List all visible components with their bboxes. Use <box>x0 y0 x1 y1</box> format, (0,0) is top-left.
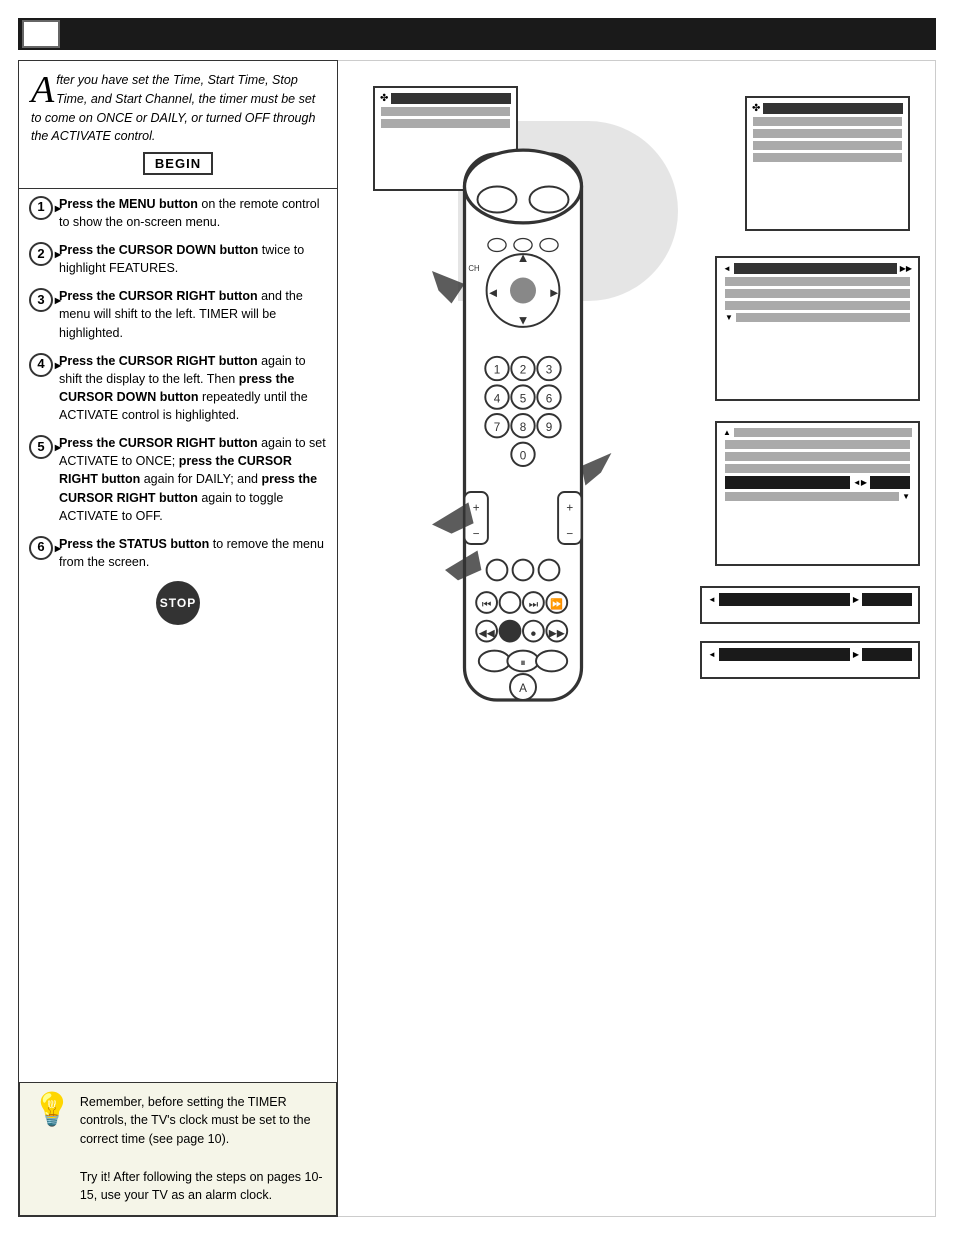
svg-text:4: 4 <box>494 392 501 405</box>
step-3-text: Press the CURSOR RIGHT button and the me… <box>59 287 327 341</box>
stop-badge: STOP <box>29 581 327 625</box>
step-6: 6 Press the STATUS button to remove the … <box>29 535 327 571</box>
svg-text:+: + <box>473 502 480 515</box>
main-content: A fter you have set the Time, Start Time… <box>18 60 936 1217</box>
svg-text:8: 8 <box>520 421 527 434</box>
screen-3: ◄ ▶▶ ▼ <box>715 256 920 401</box>
right-column: ✤ ✤ ◄ ▶▶ <box>338 60 936 1217</box>
svg-text:CH: CH <box>468 264 479 273</box>
step-2-text: Press the CURSOR DOWN button twice to hi… <box>59 241 327 277</box>
svg-text:−: − <box>566 528 573 541</box>
header-box <box>22 20 60 48</box>
tip-box: 💡 Remember, before setting the TIMER con… <box>19 1082 337 1217</box>
svg-text:▶▶: ▶▶ <box>549 628 565 639</box>
left-column: A fter you have set the Time, Start Time… <box>18 60 338 1217</box>
svg-text:3: 3 <box>546 364 553 377</box>
svg-text:2: 2 <box>520 364 527 377</box>
svg-text:►: ► <box>548 285 561 300</box>
svg-text:●: ● <box>530 628 536 639</box>
step-1: 1 Press the MENU button on the remote co… <box>29 195 327 231</box>
tip-text: Remember, before setting the TIMER contr… <box>80 1093 324 1206</box>
svg-text:⏭: ⏭ <box>529 600 538 611</box>
step-5-num: 5 <box>29 435 53 459</box>
screen-6: ◄ ▶ <box>700 641 920 679</box>
screen-5: ◄ ▶ <box>700 586 920 624</box>
steps-area: 1 Press the MENU button on the remote co… <box>19 189 337 641</box>
step-2-num: 2 <box>29 242 53 266</box>
step-6-text: Press the STATUS button to remove the me… <box>59 535 327 571</box>
step-6-num: 6 <box>29 536 53 560</box>
svg-text:−: − <box>473 528 480 541</box>
intro-text: fter you have set the Time, Start Time, … <box>31 73 315 143</box>
screen-2: ✤ <box>745 96 910 231</box>
svg-text:⏮: ⏮ <box>482 600 491 611</box>
svg-text:6: 6 <box>546 392 553 405</box>
step-3: 3 Press the CURSOR RIGHT button and the … <box>29 287 327 341</box>
stop-circle: STOP <box>156 581 200 625</box>
intro-box: A fter you have set the Time, Start Time… <box>19 61 337 189</box>
step-2: 2 Press the CURSOR DOWN button twice to … <box>29 241 327 277</box>
step-4-text: Press the CURSOR RIGHT button again to s… <box>59 352 327 425</box>
drop-cap: A <box>31 74 54 106</box>
svg-text:9: 9 <box>546 421 553 434</box>
step-5-text: Press the CURSOR RIGHT button again to s… <box>59 434 327 525</box>
svg-text:5: 5 <box>520 392 527 405</box>
step-1-text: Press the MENU button on the remote cont… <box>59 195 327 231</box>
step-5: 5 Press the CURSOR RIGHT button again to… <box>29 434 327 525</box>
step-3-num: 3 <box>29 288 53 312</box>
step-4: 4 Press the CURSOR RIGHT button again to… <box>29 352 327 425</box>
svg-text:7: 7 <box>494 421 501 434</box>
header-bar <box>18 18 936 50</box>
left-main: A fter you have set the Time, Start Time… <box>19 61 337 1082</box>
screen-4: ▲ ◄▶ ▼ <box>715 421 920 566</box>
svg-text:A: A <box>519 682 527 695</box>
svg-text:◄: ◄ <box>487 285 500 300</box>
svg-text:1: 1 <box>494 364 501 377</box>
svg-text:◀◀: ◀◀ <box>479 628 495 639</box>
svg-text:▼: ▼ <box>517 312 530 327</box>
svg-text:⏩: ⏩ <box>550 598 563 611</box>
svg-text:+: + <box>566 502 573 515</box>
begin-badge: BEGIN <box>31 154 325 174</box>
begin-label: BEGIN <box>143 152 213 175</box>
svg-text:⏸: ⏸ <box>520 658 525 669</box>
svg-text:0: 0 <box>520 450 527 463</box>
step-1-num: 1 <box>29 196 53 220</box>
remote-control-diagram: ▲ ▼ ◄ ► CH 1 2 3 4 5 6 <box>393 141 653 791</box>
step-4-num: 4 <box>29 353 53 377</box>
lightbulb-icon: 💡 <box>32 1093 72 1125</box>
